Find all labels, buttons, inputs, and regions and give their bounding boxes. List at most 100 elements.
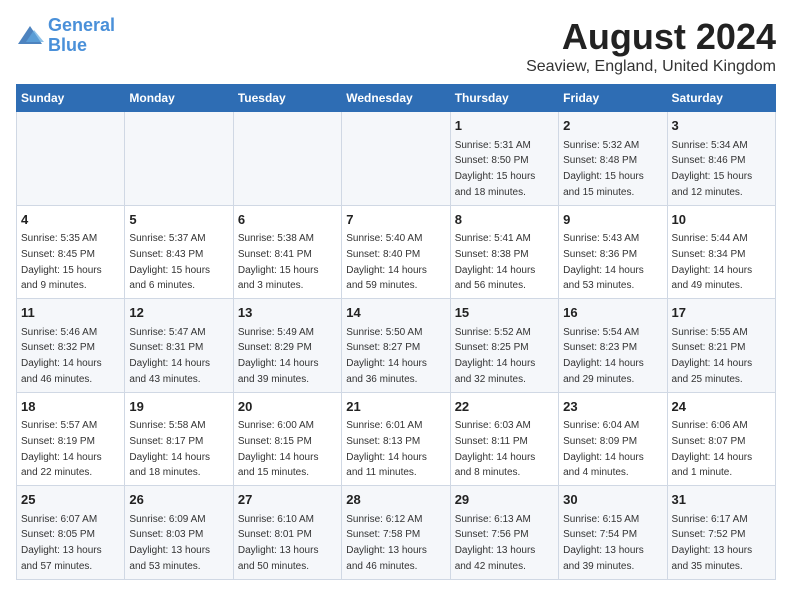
day-cell: 21 Sunrise: 6:01 AMSunset: 8:13 PMDayligh… (342, 392, 450, 486)
header-saturday: Saturday (667, 85, 775, 112)
day-number: 28 (346, 490, 445, 510)
day-cell (125, 112, 233, 206)
day-info: Sunrise: 6:17 AMSunset: 7:52 PMDaylight:… (672, 514, 753, 572)
day-cell: 7 Sunrise: 5:40 AMSunset: 8:40 PMDaylight… (342, 205, 450, 299)
logo: General Blue (16, 16, 115, 56)
day-cell: 22Sunrise: 6:03 AMSunset: 8:11 PMDayligh… (450, 392, 558, 486)
day-info: Sunrise: 5:34 AMSunset: 8:46 PMDaylight:… (672, 140, 753, 198)
day-cell: 3 Sunrise: 5:34 AMSunset: 8:46 PMDaylight… (667, 112, 775, 206)
day-cell (342, 112, 450, 206)
week-row-1: 1Sunrise: 5:31 AMSunset: 8:50 PMDaylight… (17, 112, 776, 206)
day-cell: 19 Sunrise: 5:58 AMSunset: 8:17 PMDayligh… (125, 392, 233, 486)
day-number: 26 (129, 490, 228, 510)
day-number: 31 (672, 490, 771, 510)
day-number: 9 (563, 210, 662, 230)
day-number: 18 (21, 397, 120, 417)
day-info: Sunrise: 5:38 AMSunset: 8:41 PMDaylight:… (238, 233, 319, 291)
day-info: Sunrise: 5:54 AMSunset: 8:23 PMDaylight:… (563, 327, 644, 385)
header-sunday: Sunday (17, 85, 125, 112)
day-cell: 13Sunrise: 5:49 AMSunset: 8:29 PMDayligh… (233, 299, 341, 393)
day-cell: 4 Sunrise: 5:35 AMSunset: 8:45 PMDaylight… (17, 205, 125, 299)
day-cell: 16 Sunrise: 5:54 AMSunset: 8:23 PMDayligh… (559, 299, 667, 393)
day-cell: 6 Sunrise: 5:38 AMSunset: 8:41 PMDaylight… (233, 205, 341, 299)
header-tuesday: Tuesday (233, 85, 341, 112)
day-cell: 17Sunrise: 5:55 AMSunset: 8:21 PMDayligh… (667, 299, 775, 393)
logo-text: General Blue (48, 16, 115, 56)
day-info: Sunrise: 6:07 AMSunset: 8:05 PMDaylight:… (21, 514, 102, 572)
page-header: General Blue August 2024 Seaview, Englan… (16, 16, 776, 76)
day-cell: 27Sunrise: 6:10 AMSunset: 8:01 PMDayligh… (233, 486, 341, 580)
day-cell (17, 112, 125, 206)
day-number: 3 (672, 116, 771, 136)
day-info: Sunrise: 5:35 AMSunset: 8:45 PMDaylight:… (21, 233, 102, 291)
day-info: Sunrise: 5:32 AMSunset: 8:48 PMDaylight:… (563, 140, 644, 198)
day-cell: 29 Sunrise: 6:13 AMSunset: 7:56 PMDayligh… (450, 486, 558, 580)
day-number: 23 (563, 397, 662, 417)
day-cell: 24 Sunrise: 6:06 AMSunset: 8:07 PMDayligh… (667, 392, 775, 486)
day-cell: 18Sunrise: 5:57 AMSunset: 8:19 PMDayligh… (17, 392, 125, 486)
day-info: Sunrise: 5:58 AMSunset: 8:17 PMDaylight:… (129, 420, 210, 478)
day-info: Sunrise: 5:46 AMSunset: 8:32 PMDaylight:… (21, 327, 102, 385)
day-cell: 10Sunrise: 5:44 AMSunset: 8:34 PMDayligh… (667, 205, 775, 299)
day-number: 16 (563, 303, 662, 323)
day-info: Sunrise: 5:52 AMSunset: 8:25 PMDaylight:… (455, 327, 536, 385)
day-cell: 5 Sunrise: 5:37 AMSunset: 8:43 PMDaylight… (125, 205, 233, 299)
day-info: Sunrise: 5:37 AMSunset: 8:43 PMDaylight:… (129, 233, 210, 291)
day-info: Sunrise: 6:03 AMSunset: 8:11 PMDaylight:… (455, 420, 536, 478)
day-info: Sunrise: 6:01 AMSunset: 8:13 PMDaylight:… (346, 420, 427, 478)
day-cell: 2 Sunrise: 5:32 AMSunset: 8:48 PMDaylight… (559, 112, 667, 206)
day-cell: 31 Sunrise: 6:17 AMSunset: 7:52 PMDayligh… (667, 486, 775, 580)
header-friday: Friday (559, 85, 667, 112)
day-number: 4 (21, 210, 120, 230)
header-monday: Monday (125, 85, 233, 112)
calendar-table: SundayMondayTuesdayWednesdayThursdayFrid… (16, 84, 776, 580)
day-info: Sunrise: 5:41 AMSunset: 8:38 PMDaylight:… (455, 233, 536, 291)
day-number: 13 (238, 303, 337, 323)
day-info: Sunrise: 5:44 AMSunset: 8:34 PMDaylight:… (672, 233, 753, 291)
day-number: 19 (129, 397, 228, 417)
week-row-2: 4 Sunrise: 5:35 AMSunset: 8:45 PMDaylight… (17, 205, 776, 299)
day-info: Sunrise: 6:00 AMSunset: 8:15 PMDaylight:… (238, 420, 319, 478)
day-number: 24 (672, 397, 771, 417)
day-number: 30 (563, 490, 662, 510)
day-cell: 26Sunrise: 6:09 AMSunset: 8:03 PMDayligh… (125, 486, 233, 580)
day-cell: 11Sunrise: 5:46 AMSunset: 8:32 PMDayligh… (17, 299, 125, 393)
main-title: August 2024 (526, 16, 776, 58)
day-info: Sunrise: 5:43 AMSunset: 8:36 PMDaylight:… (563, 233, 644, 291)
title-block: August 2024 Seaview, England, United Kin… (526, 16, 776, 76)
subtitle: Seaview, England, United Kingdom (526, 58, 776, 76)
day-number: 14 (346, 303, 445, 323)
day-cell: 12 Sunrise: 5:47 AMSunset: 8:31 PMDayligh… (125, 299, 233, 393)
day-info: Sunrise: 5:47 AMSunset: 8:31 PMDaylight:… (129, 327, 210, 385)
day-cell: 30 Sunrise: 6:15 AMSunset: 7:54 PMDayligh… (559, 486, 667, 580)
day-number: 6 (238, 210, 337, 230)
day-info: Sunrise: 6:13 AMSunset: 7:56 PMDaylight:… (455, 514, 536, 572)
day-number: 2 (563, 116, 662, 136)
day-number: 7 (346, 210, 445, 230)
logo-line2: Blue (48, 35, 87, 55)
day-cell: 8 Sunrise: 5:41 AMSunset: 8:38 PMDaylight… (450, 205, 558, 299)
day-number: 21 (346, 397, 445, 417)
day-number: 8 (455, 210, 554, 230)
day-number: 5 (129, 210, 228, 230)
week-row-5: 25Sunrise: 6:07 AMSunset: 8:05 PMDayligh… (17, 486, 776, 580)
day-number: 15 (455, 303, 554, 323)
header-wednesday: Wednesday (342, 85, 450, 112)
day-number: 20 (238, 397, 337, 417)
week-row-3: 11Sunrise: 5:46 AMSunset: 8:32 PMDayligh… (17, 299, 776, 393)
day-info: Sunrise: 6:06 AMSunset: 8:07 PMDaylight:… (672, 420, 753, 478)
day-info: Sunrise: 5:40 AMSunset: 8:40 PMDaylight:… (346, 233, 427, 291)
day-info: Sunrise: 5:31 AMSunset: 8:50 PMDaylight:… (455, 140, 536, 198)
day-number: 12 (129, 303, 228, 323)
day-info: Sunrise: 5:50 AMSunset: 8:27 PMDaylight:… (346, 327, 427, 385)
header-thursday: Thursday (450, 85, 558, 112)
header-row: SundayMondayTuesdayWednesdayThursdayFrid… (17, 85, 776, 112)
day-number: 29 (455, 490, 554, 510)
logo-line1: General (48, 15, 115, 35)
week-row-4: 18Sunrise: 5:57 AMSunset: 8:19 PMDayligh… (17, 392, 776, 486)
day-cell: 1Sunrise: 5:31 AMSunset: 8:50 PMDaylight… (450, 112, 558, 206)
day-info: Sunrise: 6:15 AMSunset: 7:54 PMDaylight:… (563, 514, 644, 572)
day-info: Sunrise: 5:55 AMSunset: 8:21 PMDaylight:… (672, 327, 753, 385)
day-number: 27 (238, 490, 337, 510)
day-cell (233, 112, 341, 206)
